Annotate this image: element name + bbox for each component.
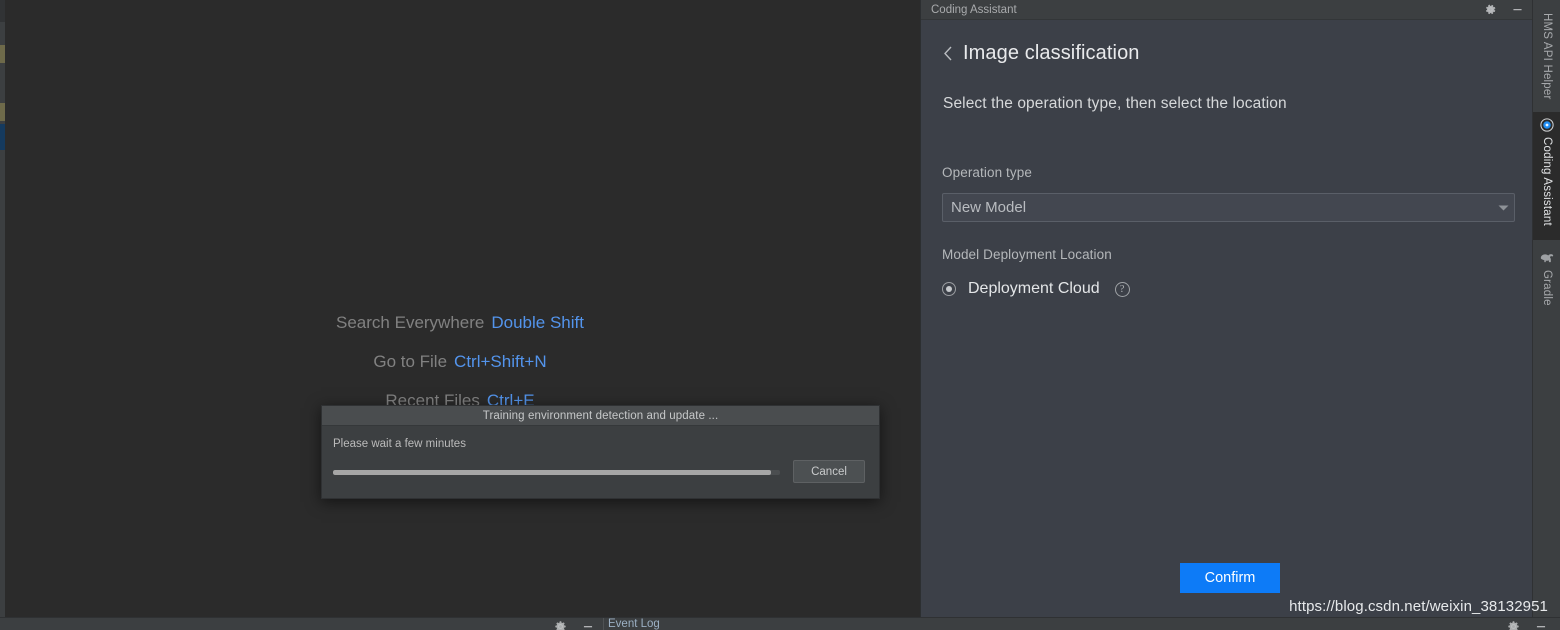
deployment-location-label: Model Deployment Location <box>942 247 1112 262</box>
progress-bar <box>333 469 780 475</box>
minimize-icon[interactable] <box>581 619 595 630</box>
gear-icon[interactable] <box>1506 619 1520 630</box>
minimize-icon[interactable] <box>1510 3 1524 17</box>
confirm-button[interactable]: Confirm <box>1180 563 1280 593</box>
bottom-left-actions <box>553 619 595 630</box>
deployment-location-group: Model Deployment Location Deployment Clo… <box>921 222 1532 298</box>
bottom-right-actions <box>1506 619 1548 630</box>
editor-hint-row: Go to File Ctrl+Shift+N <box>0 342 920 381</box>
minimize-icon[interactable] <box>1534 619 1548 630</box>
progress-dialog-message: Please wait a few minutes <box>333 438 466 450</box>
progress-bar-fill <box>333 469 772 475</box>
editor-shortcut-hints: Search Everywhere Double Shift Go to File C… <box>0 303 920 420</box>
editor-hint-row: Search Everywhere Double Shift <box>0 303 920 342</box>
deployment-cloud-radio[interactable] <box>942 282 956 296</box>
gutter-marker[interactable] <box>0 45 5 63</box>
tool-window-content: Image classification Select the operatio… <box>921 20 1532 617</box>
gear-icon[interactable] <box>553 619 567 630</box>
gutter-top-segment <box>0 0 5 22</box>
side-tab-label: Gradle <box>1541 270 1553 306</box>
gear-icon[interactable] <box>1483 3 1497 17</box>
watermark-text: https://blog.csdn.net/weixin_38132951 <box>1289 598 1548 615</box>
ide-window: Search Everywhere Double Shift Go to File C… <box>0 0 1560 630</box>
side-tab-label: HMS API Helper <box>1541 13 1553 100</box>
page-header: Image classification <box>921 20 1532 65</box>
page-title: Image classification <box>963 42 1140 64</box>
tool-window-title: Coding Assistant <box>931 3 1017 16</box>
editor-area: Search Everywhere Double Shift Go to File C… <box>0 0 920 617</box>
progress-dialog: Training environment detection and updat… <box>321 405 880 499</box>
cancel-button[interactable]: Cancel <box>793 460 865 483</box>
question-mark-icon[interactable]: ? <box>1114 281 1130 297</box>
operation-type-value: New Model <box>951 199 1027 216</box>
gradle-elephant-icon <box>1539 250 1555 266</box>
editor-hint-label: Go to File <box>373 352 448 371</box>
page-subtitle: Select the operation type, then select t… <box>943 95 1287 112</box>
event-log-label: Event Log <box>608 618 660 630</box>
editor-hint-label: Search Everywhere <box>336 313 485 332</box>
bottom-tool-bar: Event Log <box>0 617 1560 630</box>
event-log-tab[interactable]: Event Log <box>608 618 660 630</box>
tool-window-header-actions <box>1483 3 1524 17</box>
side-tab-hms-api-helper[interactable]: HMS API Helper <box>1533 8 1560 104</box>
operation-type-select[interactable]: New Model <box>942 193 1515 222</box>
progress-dialog-row: Cancel <box>333 460 865 483</box>
right-tool-tab-strip: HMS API Helper Coding Assistant Gradle <box>1532 0 1560 617</box>
operation-type-group: Operation type New Model <box>921 113 1532 222</box>
gutter-marker[interactable] <box>0 124 5 150</box>
side-tab-gradle[interactable]: Gradle <box>1533 245 1560 317</box>
editor-hint-shortcut: Ctrl+Shift+N <box>454 352 547 371</box>
gutter-marker[interactable] <box>0 103 5 121</box>
deployment-cloud-label: Deployment Cloud <box>968 280 1100 297</box>
operation-type-label: Operation type <box>942 165 1032 180</box>
chevron-down-icon[interactable] <box>1492 204 1514 212</box>
editor-hint-shortcut: Double Shift <box>491 313 584 332</box>
side-tab-label: Coding Assistant <box>1541 137 1553 226</box>
side-tab-coding-assistant[interactable]: Coding Assistant <box>1533 112 1560 240</box>
coding-assistant-tool-window: Coding Assistant Image classification Se… <box>920 0 1532 617</box>
progress-dialog-title: Training environment detection and updat… <box>482 409 719 422</box>
chevron-left-icon[interactable] <box>943 45 954 62</box>
progress-dialog-titlebar: Training environment detection and updat… <box>322 406 879 426</box>
deployment-cloud-option[interactable]: Deployment Cloud ? <box>942 280 1532 298</box>
coding-assistant-icon <box>1539 117 1555 133</box>
tool-window-header: Coding Assistant <box>921 0 1532 20</box>
progress-dialog-body: Please wait a few minutes Cancel <box>322 426 879 499</box>
bottom-divider-left <box>603 618 604 630</box>
